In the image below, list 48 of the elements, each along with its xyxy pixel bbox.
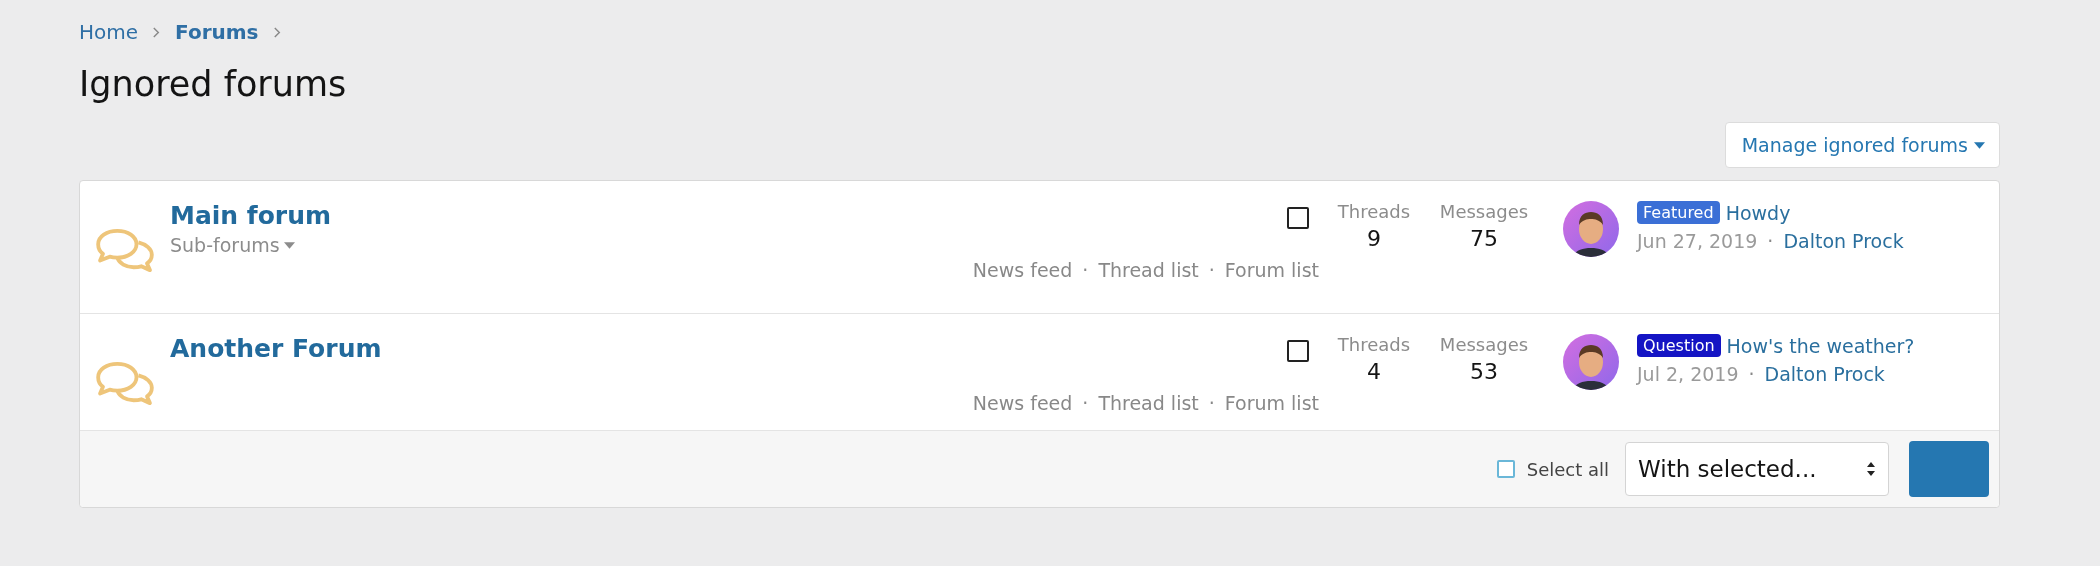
speech-bubbles-icon (94, 360, 156, 406)
separator-dot: · (1082, 259, 1089, 281)
up-down-arrows-icon (1866, 461, 1876, 477)
stat-value: 53 (1470, 359, 1498, 384)
forum-title-link[interactable]: Main forum (170, 201, 332, 230)
avatar-icon[interactable] (1563, 334, 1619, 390)
author-link[interactable]: Dalton Prock (1764, 363, 1885, 385)
author-link[interactable]: Dalton Prock (1783, 230, 1904, 252)
stat-value: 9 (1367, 226, 1381, 251)
feed-link[interactable]: Thread list (1098, 392, 1199, 414)
separator-dot: · (1082, 392, 1089, 414)
prefix-label[interactable]: Featured (1637, 201, 1720, 224)
breadcrumb-link[interactable]: Home (79, 20, 139, 44)
chevron-icon (272, 25, 282, 39)
avatar-icon[interactable] (1563, 201, 1619, 257)
separator-dot: · (1748, 363, 1755, 385)
stat-label: Messages (1439, 334, 1529, 355)
stat-value: 75 (1470, 226, 1498, 251)
feed-link[interactable]: News feed (972, 392, 1073, 414)
thread-title-link[interactable]: How's the weather? (1726, 334, 1915, 357)
sub-forums-menu[interactable]: Sub-forums (170, 234, 295, 256)
checkbox[interactable] (1287, 207, 1309, 229)
forum-title-link[interactable]: Another Forum (170, 334, 382, 363)
separator-dot: · (1208, 392, 1215, 414)
feed-link[interactable]: Thread list (1098, 259, 1199, 281)
feed-link[interactable]: News feed (972, 259, 1073, 281)
select-all-checkbox[interactable]: Select all (1496, 458, 1609, 480)
speech-bubbles-icon (94, 227, 156, 273)
caret-icon (283, 241, 295, 249)
post-date: Jul 2, 2019 (1637, 363, 1739, 385)
post-date: Jun 27, 2019 (1637, 230, 1758, 252)
breadcrumb-link[interactable]: Forums (175, 20, 259, 44)
page-title: Ignored forums (79, 63, 348, 106)
stat-value: 4 (1367, 359, 1381, 384)
separator-dot: · (1208, 259, 1215, 281)
checkbox[interactable] (1287, 340, 1309, 362)
feed-link[interactable]: Forum list (1224, 259, 1319, 281)
prefix-label[interactable]: Question (1637, 334, 1721, 357)
stat-label: Threads (1337, 334, 1411, 355)
stat-label: Messages (1439, 201, 1529, 222)
stat-label: Threads (1337, 201, 1411, 222)
feed-link[interactable]: Forum list (1224, 392, 1319, 414)
action-dropdown[interactable]: With selected... (1625, 442, 1889, 496)
thread-title-link[interactable]: Howdy (1725, 201, 1791, 224)
separator-dot: · (1767, 230, 1774, 252)
manage-ignored-forums-button[interactable]: Manage ignored forums (1724, 122, 2000, 168)
chevron-icon (152, 25, 162, 39)
caret-icon (1974, 141, 1985, 149)
